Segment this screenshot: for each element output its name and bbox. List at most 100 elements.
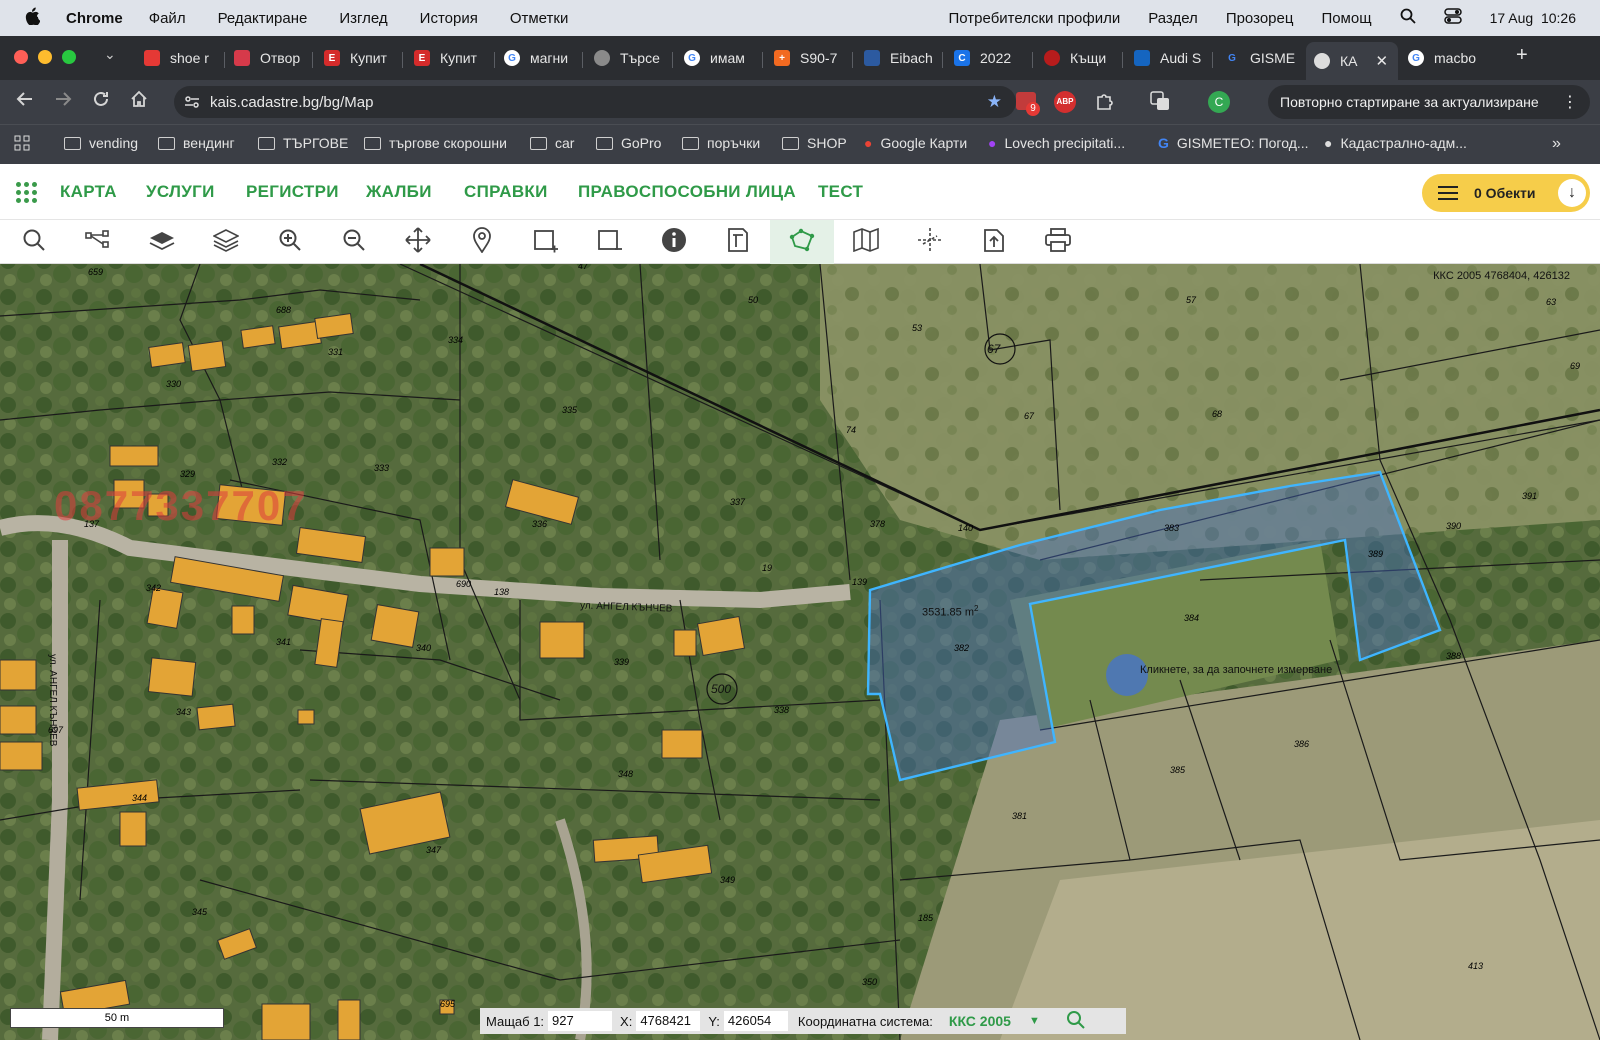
- home-icon[interactable]: [130, 90, 148, 113]
- menu-tab[interactable]: Раздел: [1148, 10, 1198, 27]
- tab-search-chevron-icon[interactable]: ⌄: [104, 46, 116, 63]
- circle-label: 500: [711, 682, 732, 696]
- nav-test[interactable]: ТЕСТ: [818, 182, 863, 202]
- menu-history[interactable]: История: [420, 10, 478, 27]
- tab[interactable]: Отвор: [226, 42, 312, 74]
- bookmark-star-icon[interactable]: ★: [987, 92, 1002, 112]
- site-settings-icon[interactable]: [184, 94, 200, 114]
- app-name[interactable]: Chrome: [66, 10, 123, 27]
- tab[interactable]: G GISME: [1216, 42, 1302, 74]
- restart-to-update-button[interactable]: Повторно стартиране за актуализиране ⋮: [1268, 85, 1590, 119]
- select-add-tool[interactable]: [514, 220, 578, 264]
- close-tab-icon[interactable]: ✕: [1376, 52, 1389, 70]
- pan-tool[interactable]: [386, 220, 450, 264]
- tab[interactable]: Gмагни: [496, 42, 582, 74]
- scale-input[interactable]: 927: [548, 1011, 613, 1031]
- cadastral-map[interactable]: ККС 2005 4768404, 426132 0877337707 67 5…: [0, 264, 1600, 1040]
- minimize-window-button[interactable]: [38, 50, 52, 64]
- nav-references[interactable]: СПРАВКИ: [464, 182, 548, 202]
- apple-icon[interactable]: [24, 7, 52, 30]
- print-tool[interactable]: [1026, 220, 1090, 264]
- new-tab-icon[interactable]: +: [1516, 44, 1528, 67]
- y-coordinate-input[interactable]: 426054: [723, 1011, 788, 1031]
- map-tool[interactable]: [834, 220, 898, 264]
- bookmark-folder[interactable]: GoPro: [596, 135, 661, 151]
- menu-file[interactable]: Файл: [149, 10, 186, 27]
- apps-menu-icon[interactable]: [16, 182, 38, 204]
- control-center-icon[interactable]: [1443, 8, 1462, 28]
- bookmark-folder[interactable]: SHOP: [782, 135, 847, 151]
- layers-tool[interactable]: [194, 220, 258, 264]
- tab[interactable]: shoe r: [136, 42, 222, 74]
- search-coordinates-icon[interactable]: [1066, 1010, 1086, 1033]
- bookmark-folder[interactable]: търгове скорошни: [364, 135, 507, 151]
- chevron-down-icon[interactable]: ▼: [1029, 1015, 1040, 1027]
- bookmark-link[interactable]: ● Lovech precipitati...: [988, 135, 1125, 151]
- back-icon[interactable]: [16, 90, 34, 113]
- bookmark-folder[interactable]: car: [530, 135, 574, 151]
- reload-icon[interactable]: [92, 90, 110, 113]
- measure-line-tool[interactable]: [898, 220, 962, 264]
- bookmark-folder[interactable]: вендинг: [158, 135, 235, 151]
- nav-services[interactable]: УСЛУГИ: [146, 182, 215, 202]
- bookmark-link[interactable]: ● Кадастрално-адм...: [1324, 135, 1467, 151]
- nav-complaints[interactable]: ЖАЛБИ: [366, 182, 432, 202]
- tab[interactable]: + S90-7: [766, 42, 852, 74]
- menu-help[interactable]: Помощ: [1321, 10, 1371, 27]
- document-tool[interactable]: [706, 220, 770, 264]
- measure-area-tool[interactable]: [770, 220, 834, 264]
- parcel-label: 413: [1468, 961, 1484, 971]
- tab[interactable]: E Купит: [406, 42, 492, 74]
- address-bar[interactable]: kais.cadastre.bg/bg/Map ★: [174, 86, 1016, 118]
- menu-bookmarks[interactable]: Отметки: [510, 10, 569, 27]
- coordinate-system-select[interactable]: ККС 2005: [949, 1013, 1011, 1029]
- tab[interactable]: Gимам: [676, 42, 762, 74]
- nav-map[interactable]: КАРТА: [60, 182, 117, 202]
- menu-profiles[interactable]: Потребителски профили: [949, 10, 1121, 27]
- adblock-icon[interactable]: ABP: [1054, 91, 1076, 113]
- layer-tool[interactable]: [130, 220, 194, 264]
- objects-panel-button[interactable]: 0 Обекти ↓: [1422, 174, 1590, 212]
- bookmark-folder[interactable]: поръчки: [682, 135, 760, 151]
- translate-icon[interactable]: [1150, 91, 1170, 116]
- zoom-out-tool[interactable]: [322, 220, 386, 264]
- tab[interactable]: E Купит: [316, 42, 402, 74]
- tree-tool[interactable]: [66, 220, 130, 264]
- tab[interactable]: C 2022: [946, 42, 1032, 74]
- tab[interactable]: Audi S: [1126, 42, 1212, 74]
- tab[interactable]: Търсе: [586, 42, 672, 74]
- x-coordinate-input[interactable]: 4768421: [636, 1011, 701, 1031]
- export-tool[interactable]: [962, 220, 1026, 264]
- search-tool[interactable]: [2, 220, 66, 264]
- bookmark-folder[interactable]: ТЪРГОВЕ: [258, 135, 348, 151]
- apps-grid-icon[interactable]: [14, 135, 30, 151]
- tab[interactable]: Gmacbo: [1400, 42, 1486, 74]
- zoom-in-tool[interactable]: [258, 220, 322, 264]
- menu-edit[interactable]: Редактиране: [218, 10, 308, 27]
- profile-avatar[interactable]: C: [1208, 91, 1230, 113]
- select-remove-tool[interactable]: [578, 220, 642, 264]
- tab[interactable]: Къщи: [1036, 42, 1122, 74]
- bookmark-folder[interactable]: vending: [64, 135, 138, 151]
- extensions-puzzle-icon[interactable]: [1094, 91, 1114, 116]
- close-window-button[interactable]: [14, 50, 28, 64]
- tab-active[interactable]: КА ✕: [1306, 42, 1398, 80]
- nav-licensed-persons[interactable]: ПРАВОСПОСОБНИ ЛИЦА: [578, 182, 796, 202]
- spotlight-search-icon[interactable]: [1400, 8, 1416, 28]
- zoom-window-button[interactable]: [62, 50, 76, 64]
- info-tool[interactable]: [642, 220, 706, 264]
- bookmark-label: Lovech precipitati...: [1004, 135, 1126, 151]
- forward-icon[interactable]: [54, 90, 72, 113]
- parcel-label: 67: [1024, 411, 1035, 421]
- pin-tool[interactable]: [450, 220, 514, 264]
- nav-registers[interactable]: РЕГИСТРИ: [246, 182, 339, 202]
- bookmark-link[interactable]: G GISMETEO: Погод...: [1158, 135, 1309, 151]
- bookmark-link[interactable]: ● Google Карти: [864, 135, 967, 151]
- tab[interactable]: Eibach: [856, 42, 942, 74]
- more-bookmarks-icon[interactable]: »: [1552, 135, 1561, 153]
- menu-window[interactable]: Прозорец: [1226, 10, 1294, 27]
- map-canvas[interactable]: [0, 264, 1600, 1040]
- bookmark-label: поръчки: [707, 135, 761, 151]
- more-menu-icon[interactable]: ⋮: [1562, 92, 1578, 112]
- menu-view[interactable]: Изглед: [339, 10, 387, 27]
